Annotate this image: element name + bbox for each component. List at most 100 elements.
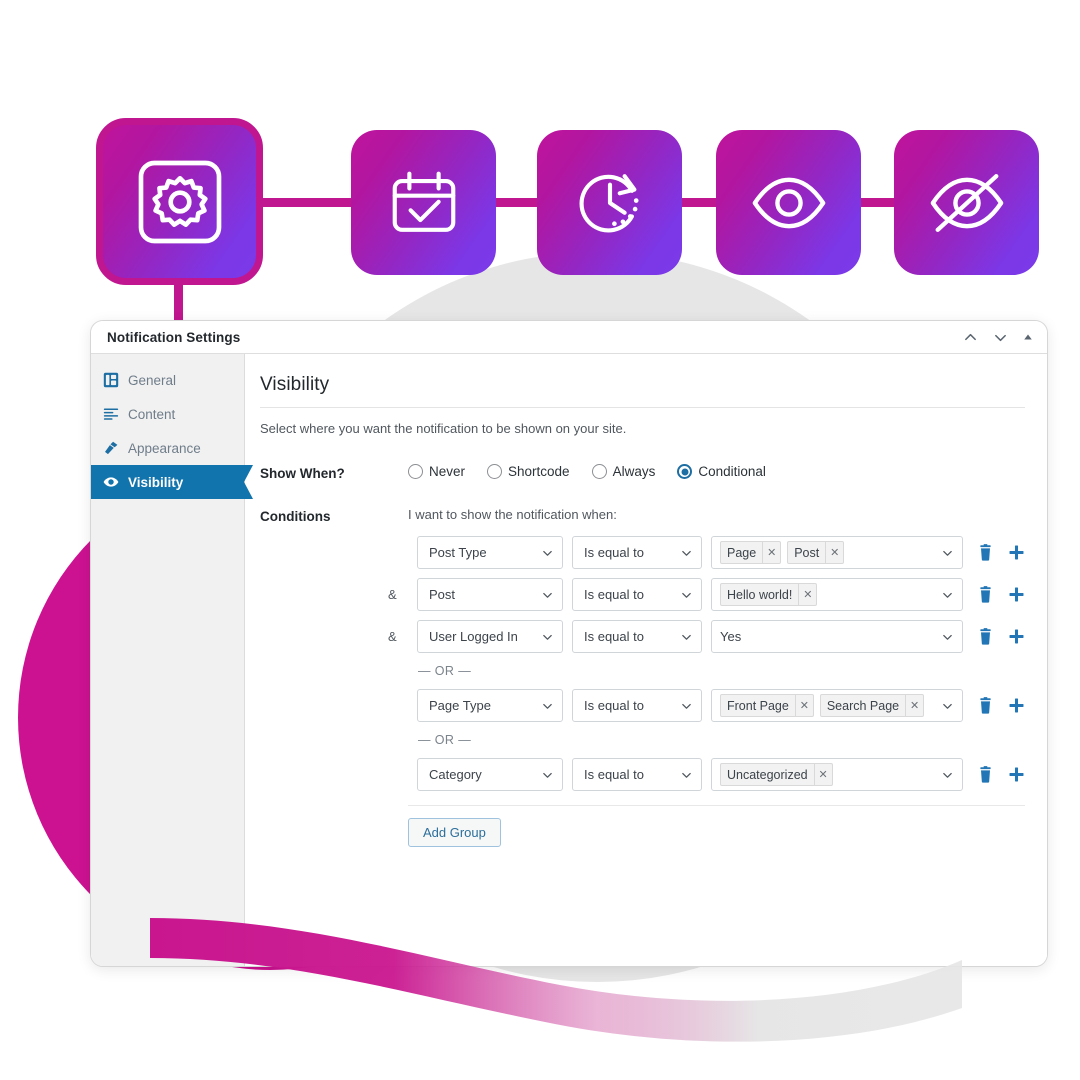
select-value: User Logged In [429, 629, 518, 644]
radio-indicator [677, 464, 693, 479]
sidebar-item-label: Content [128, 406, 176, 422]
or-separator: — OR — [418, 733, 472, 747]
delete-row-icon[interactable] [978, 544, 993, 561]
add-group-button[interactable]: Add Group [408, 818, 501, 847]
conditions-row: Conditions I want to show the notificati… [260, 507, 1025, 847]
select-value: Post [429, 587, 456, 602]
add-row-icon[interactable] [1008, 697, 1025, 714]
panel-description: Select where you want the notification t… [260, 421, 627, 436]
chip-label: Front Page [727, 698, 789, 713]
settings-sidebar: General Content Appearance Visibility [91, 354, 253, 966]
delete-row-icon[interactable] [978, 697, 993, 714]
value-chip[interactable]: Search Page ✕ [819, 694, 925, 717]
radio-option-shortcode[interactable]: Shortcode [487, 464, 570, 479]
chip-remove-icon[interactable]: ✕ [813, 764, 832, 785]
chip-remove-icon[interactable]: ✕ [905, 695, 923, 716]
collapse-triangle-icon[interactable] [1023, 332, 1033, 342]
condition-field-select[interactable]: Category [417, 758, 563, 791]
add-row-icon[interactable] [1008, 544, 1025, 561]
chevron-down-icon [943, 772, 952, 778]
condition-group: Post Type Is equal to Page ✕ Post ✕ & Po… [388, 536, 1025, 653]
sidebar-item-general[interactable]: General [91, 363, 244, 397]
sidebar-item-visibility[interactable]: Visibility [91, 465, 253, 499]
condition-row: & Post Is equal to Hello world! ✕ [388, 578, 1025, 611]
row-actions [978, 586, 1025, 603]
chevron-down-icon [543, 703, 552, 709]
condition-value-multiselect[interactable]: Uncategorized ✕ [711, 758, 963, 791]
select-value: Is equal to [584, 767, 644, 782]
chevron-down-icon [943, 550, 952, 556]
value-chip[interactable]: Uncategorized ✕ [720, 763, 833, 786]
chevron-down-icon [682, 772, 691, 778]
radio-indicator [591, 464, 607, 479]
condition-operator-select[interactable]: Is equal to [572, 689, 702, 722]
list-lines-icon [103, 408, 119, 420]
radio-label: Always [612, 464, 656, 479]
schedule-calendar-tile[interactable] [351, 130, 496, 275]
chevron-down-icon [682, 592, 691, 598]
radio-label: Shortcode [508, 464, 570, 479]
condition-group: Page Type Is equal to Front Page ✕ Searc… [408, 689, 1025, 722]
chevron-down-icon[interactable] [993, 330, 1008, 345]
value-chip[interactable]: Front Page ✕ [720, 694, 814, 717]
value-chip[interactable]: Hello world! ✕ [720, 583, 818, 606]
radio-option-always[interactable]: Always [591, 464, 656, 479]
chip-label: Search Page [826, 698, 900, 713]
chip-label: Post [794, 545, 820, 560]
delete-row-icon[interactable] [978, 766, 993, 783]
chip-remove-icon[interactable]: ✕ [762, 542, 780, 563]
condition-field-select[interactable]: User Logged In [417, 620, 563, 653]
chevron-down-icon [943, 634, 952, 640]
title-divider [260, 407, 1025, 408]
condition-group: Category Is equal to Uncategorized ✕ [408, 758, 1025, 791]
value-chip[interactable]: Post ✕ [787, 541, 845, 564]
dashboard-icon [103, 372, 119, 388]
add-row-icon[interactable] [1008, 586, 1025, 603]
chip-remove-icon[interactable]: ✕ [798, 584, 816, 605]
chevron-down-icon [682, 550, 691, 556]
condition-value-multiselect[interactable]: Hello world! ✕ [711, 578, 963, 611]
chevron-down-icon [543, 772, 552, 778]
window-controls [963, 330, 1033, 345]
radio-option-never[interactable]: Never [408, 464, 465, 479]
delete-row-icon[interactable] [978, 586, 993, 603]
chevron-down-icon [943, 592, 952, 598]
chevron-down-icon [543, 634, 552, 640]
condition-operator-select[interactable]: Is equal to [572, 620, 702, 653]
settings-gear-tile[interactable] [96, 118, 263, 285]
radio-label: Never [429, 464, 466, 479]
radio-option-conditional[interactable]: Conditional [677, 464, 766, 479]
add-row-icon[interactable] [1008, 766, 1025, 783]
add-row-icon[interactable] [1008, 628, 1025, 645]
visible-eye-tile[interactable] [716, 130, 861, 275]
recurring-clock-tile[interactable] [537, 130, 682, 275]
condition-value-multiselect[interactable]: Front Page ✕ Search Page ✕ [711, 689, 963, 722]
radio-indicator [487, 464, 503, 479]
condition-field-select[interactable]: Post Type [417, 536, 563, 569]
select-value: Is equal to [584, 629, 644, 644]
chip-remove-icon[interactable]: ✕ [825, 542, 843, 563]
value-chip[interactable]: Page ✕ [720, 541, 782, 564]
chevron-down-icon [543, 592, 552, 598]
select-value: Category [429, 767, 482, 782]
row-actions [978, 544, 1025, 561]
sidebar-item-appearance[interactable]: Appearance [91, 431, 244, 465]
hidden-eye-tile[interactable] [894, 130, 1039, 275]
condition-operator-select[interactable]: Is equal to [572, 578, 702, 611]
condition-operator-select[interactable]: Is equal to [572, 758, 702, 791]
condition-value-multiselect[interactable]: Page ✕ Post ✕ [711, 536, 963, 569]
condition-operator-select[interactable]: Is equal to [572, 536, 702, 569]
condition-field-select[interactable]: Post [417, 578, 563, 611]
chip-label: Uncategorized [727, 767, 808, 782]
select-value: Is equal to [584, 587, 644, 602]
condition-value-select[interactable]: Yes [711, 620, 963, 653]
select-value: Page Type [429, 698, 491, 713]
delete-row-icon[interactable] [978, 628, 993, 645]
condition-field-select[interactable]: Page Type [417, 689, 563, 722]
brush-icon [105, 441, 118, 455]
chevron-up-icon[interactable] [963, 330, 978, 345]
window-titlebar: Notification Settings [91, 321, 1047, 354]
visibility-panel: Visibility Select where you want the not… [245, 354, 1047, 966]
chip-remove-icon[interactable]: ✕ [794, 695, 813, 716]
sidebar-item-content[interactable]: Content [91, 397, 244, 431]
